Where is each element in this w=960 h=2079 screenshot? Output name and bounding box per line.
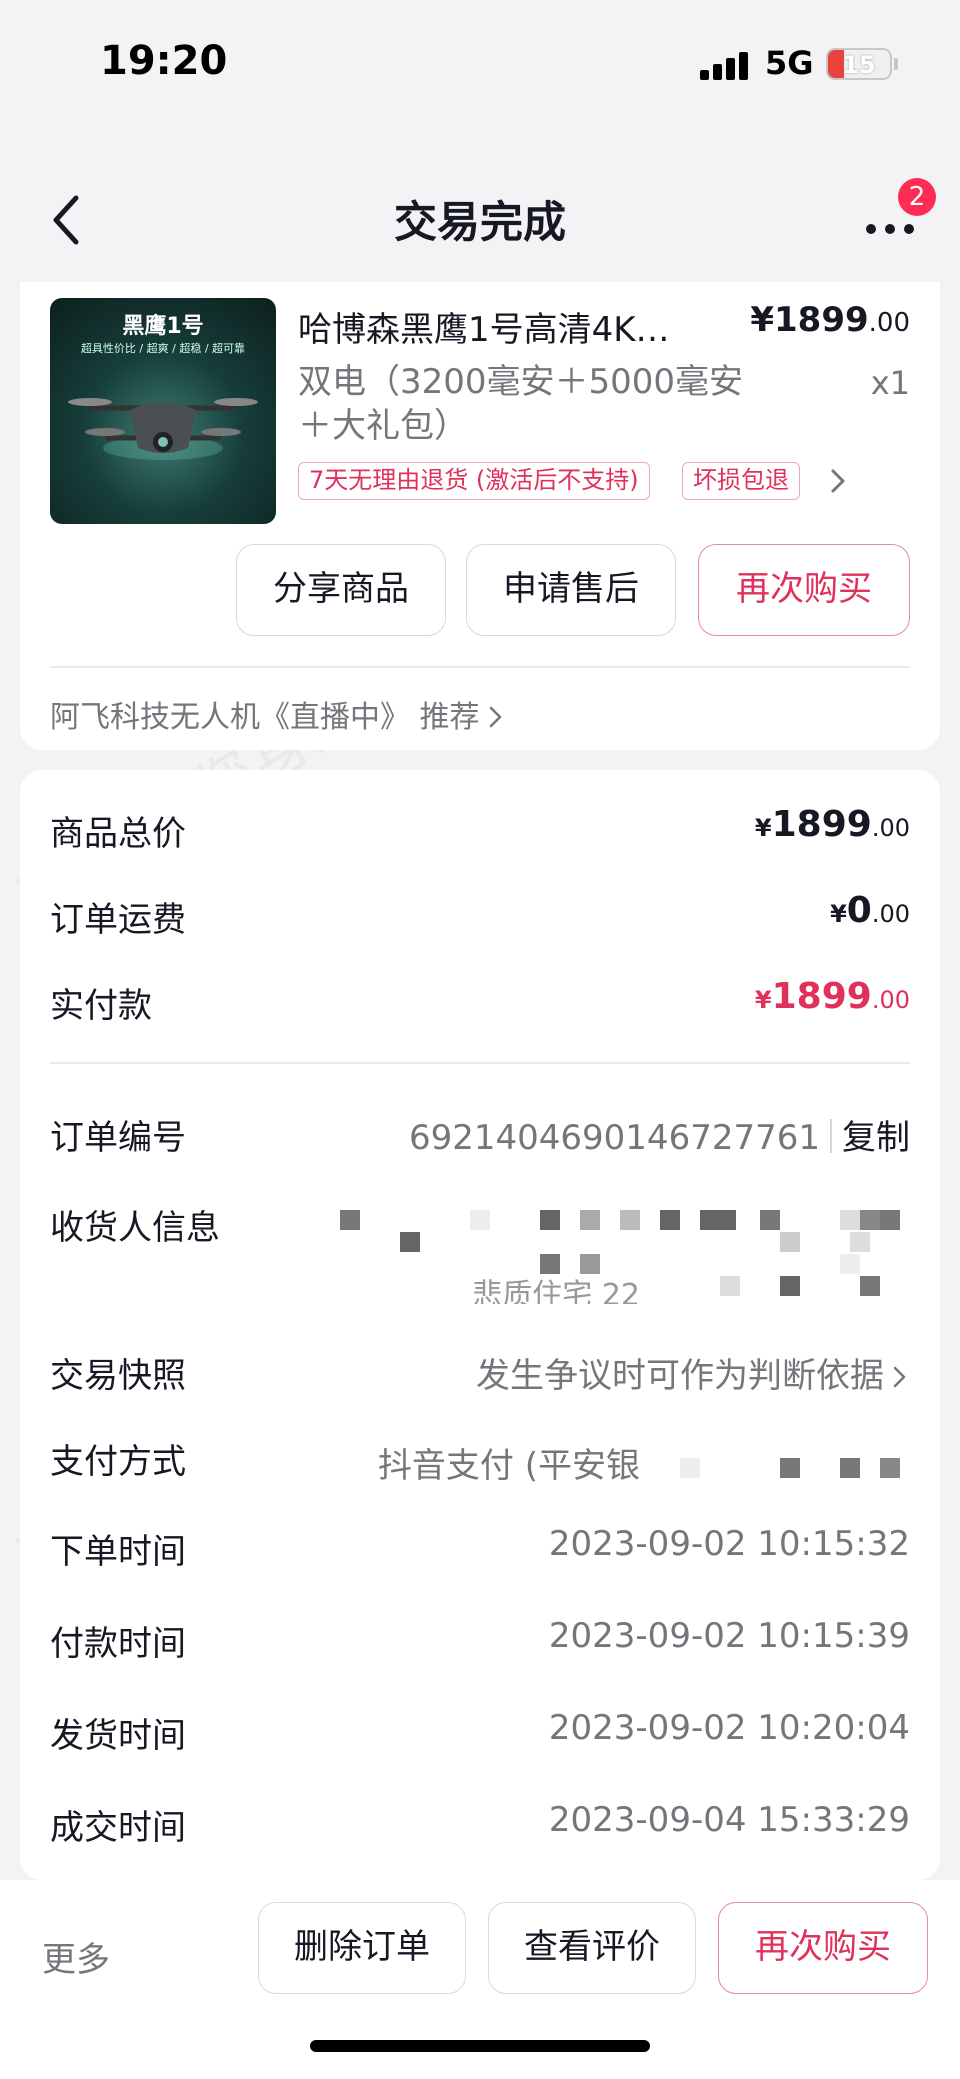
product-spec: 双电（3200毫安＋5000毫安＋大礼包）	[298, 362, 744, 446]
status-bar: 19:20 5G 15	[0, 0, 960, 130]
ship-time-label: 发货时间	[50, 1716, 186, 1756]
order-number-row: 6921404690146727761 复制	[409, 1110, 910, 1159]
shipping-fee-dec: .00	[871, 900, 910, 928]
product-image[interactable]: 黑鹰1号 超具性价比 / 超爽 / 超稳 / 超可靠	[50, 298, 276, 524]
status-time: 19:20	[100, 38, 228, 84]
total-price-value: ¥1899.00	[755, 804, 910, 845]
payment-method-label: 支付方式	[50, 1442, 186, 1482]
order-time-value: 2023-09-02 10:15:32	[548, 1524, 910, 1564]
trade-snapshot-value: 发生争议时可作为判断依据	[476, 1356, 884, 1396]
shipping-fee-int: 0	[846, 890, 872, 931]
ship-time-value: 2023-09-02 10:20:04	[548, 1708, 910, 1748]
signal-icon	[700, 50, 750, 80]
bottom-action-bar: 更多 删除订单 查看评价 再次购买	[0, 1880, 960, 2079]
trade-snapshot-label: 交易快照	[50, 1356, 186, 1396]
actual-paid-value: ¥1899.00	[755, 976, 910, 1017]
view-review-button[interactable]: 查看评价	[488, 1902, 696, 1994]
actual-paid-int: 1899	[771, 976, 872, 1017]
product-title[interactable]: 哈博森黑鹰1号高清4K…	[298, 302, 728, 351]
pay-time-label: 付款时间	[50, 1624, 186, 1664]
divider	[50, 666, 910, 668]
deal-time-label: 成交时间	[50, 1808, 186, 1848]
actual-paid-dec: .00	[871, 986, 910, 1014]
product-price-int: 1899	[774, 300, 869, 340]
payment-method-value: 抖音支付 (平安银	[377, 1446, 640, 1486]
pay-time-value: 2023-09-02 10:15:39	[548, 1616, 910, 1656]
battery-tip	[894, 58, 898, 70]
delete-order-button[interactable]: 删除订单	[258, 1902, 466, 1994]
shipping-fee-label: 订单运费	[50, 900, 186, 940]
deal-time-value: 2023-09-04 15:33:29	[548, 1800, 910, 1840]
divider	[50, 1062, 910, 1064]
receiver-info-label: 收货人信息	[50, 1208, 220, 1248]
currency-symbol: ¥	[830, 900, 847, 928]
order-details-card: 商品总价 ¥1899.00 订单运费 ¥0.00 实付款 ¥1899.00 订单…	[20, 770, 940, 1880]
product-card: 黑鹰1号 超具性价比 / 超爽 / 超稳 / 超可靠 哈博森黑鹰1号高清4K… …	[20, 282, 940, 750]
total-price-int: 1899	[771, 804, 872, 845]
receiver-info-partial: 悲质住宅 22	[472, 1278, 640, 1304]
total-price-label: 商品总价	[50, 814, 186, 854]
page-title: 交易完成	[394, 198, 566, 248]
share-product-button[interactable]: 分享商品	[236, 544, 446, 636]
product-price: ¥1899.00	[750, 300, 910, 340]
copy-button[interactable]: 复制	[842, 1118, 910, 1158]
order-time-label: 下单时间	[50, 1532, 186, 1572]
damage-return-tag[interactable]: 坏损包退	[682, 462, 800, 500]
notification-badge: 2	[898, 178, 936, 216]
drone-icon	[68, 398, 258, 460]
shipping-fee-value: ¥0.00	[830, 890, 910, 931]
rebuy-button[interactable]: 再次购买	[698, 544, 910, 636]
chevron-right-icon	[489, 706, 501, 728]
battery-level: 15	[842, 51, 876, 79]
return-policy-tag[interactable]: 7天无理由退货 (激活后不支持)	[298, 462, 650, 500]
home-indicator	[310, 2040, 650, 2052]
more-button[interactable]: 更多	[42, 1932, 110, 1981]
product-price-dec: .00	[868, 308, 910, 338]
bottom-rebuy-button[interactable]: 再次购买	[718, 1902, 928, 1994]
chevron-right-icon	[893, 1366, 906, 1388]
order-number-label: 订单编号	[50, 1118, 186, 1158]
currency-symbol: ¥	[754, 986, 772, 1014]
product-qty: x1	[870, 364, 910, 402]
product-price-symbol: ¥	[750, 300, 774, 340]
store-recommendation-link[interactable]: 阿飞科技无人机《直播中》 推荐	[50, 692, 506, 736]
order-number-value: 6921404690146727761	[408, 1118, 820, 1158]
payment-method-redacted	[680, 1458, 920, 1482]
trade-snapshot-link[interactable]: 发生争议时可作为判断依据	[476, 1348, 910, 1397]
apply-after-sale-button[interactable]: 申请售后	[466, 544, 676, 636]
store-text: 阿飞科技无人机《直播中》 推荐	[50, 700, 480, 735]
chevron-right-icon[interactable]	[826, 466, 850, 496]
total-price-dec: .00	[871, 814, 910, 842]
network-type: 5G	[765, 44, 814, 82]
battery-icon: 15	[826, 48, 892, 80]
currency-symbol: ¥	[754, 814, 772, 842]
nav-bar: 交易完成	[0, 160, 960, 270]
separator	[830, 1119, 832, 1153]
actual-paid-label: 实付款	[50, 986, 152, 1026]
